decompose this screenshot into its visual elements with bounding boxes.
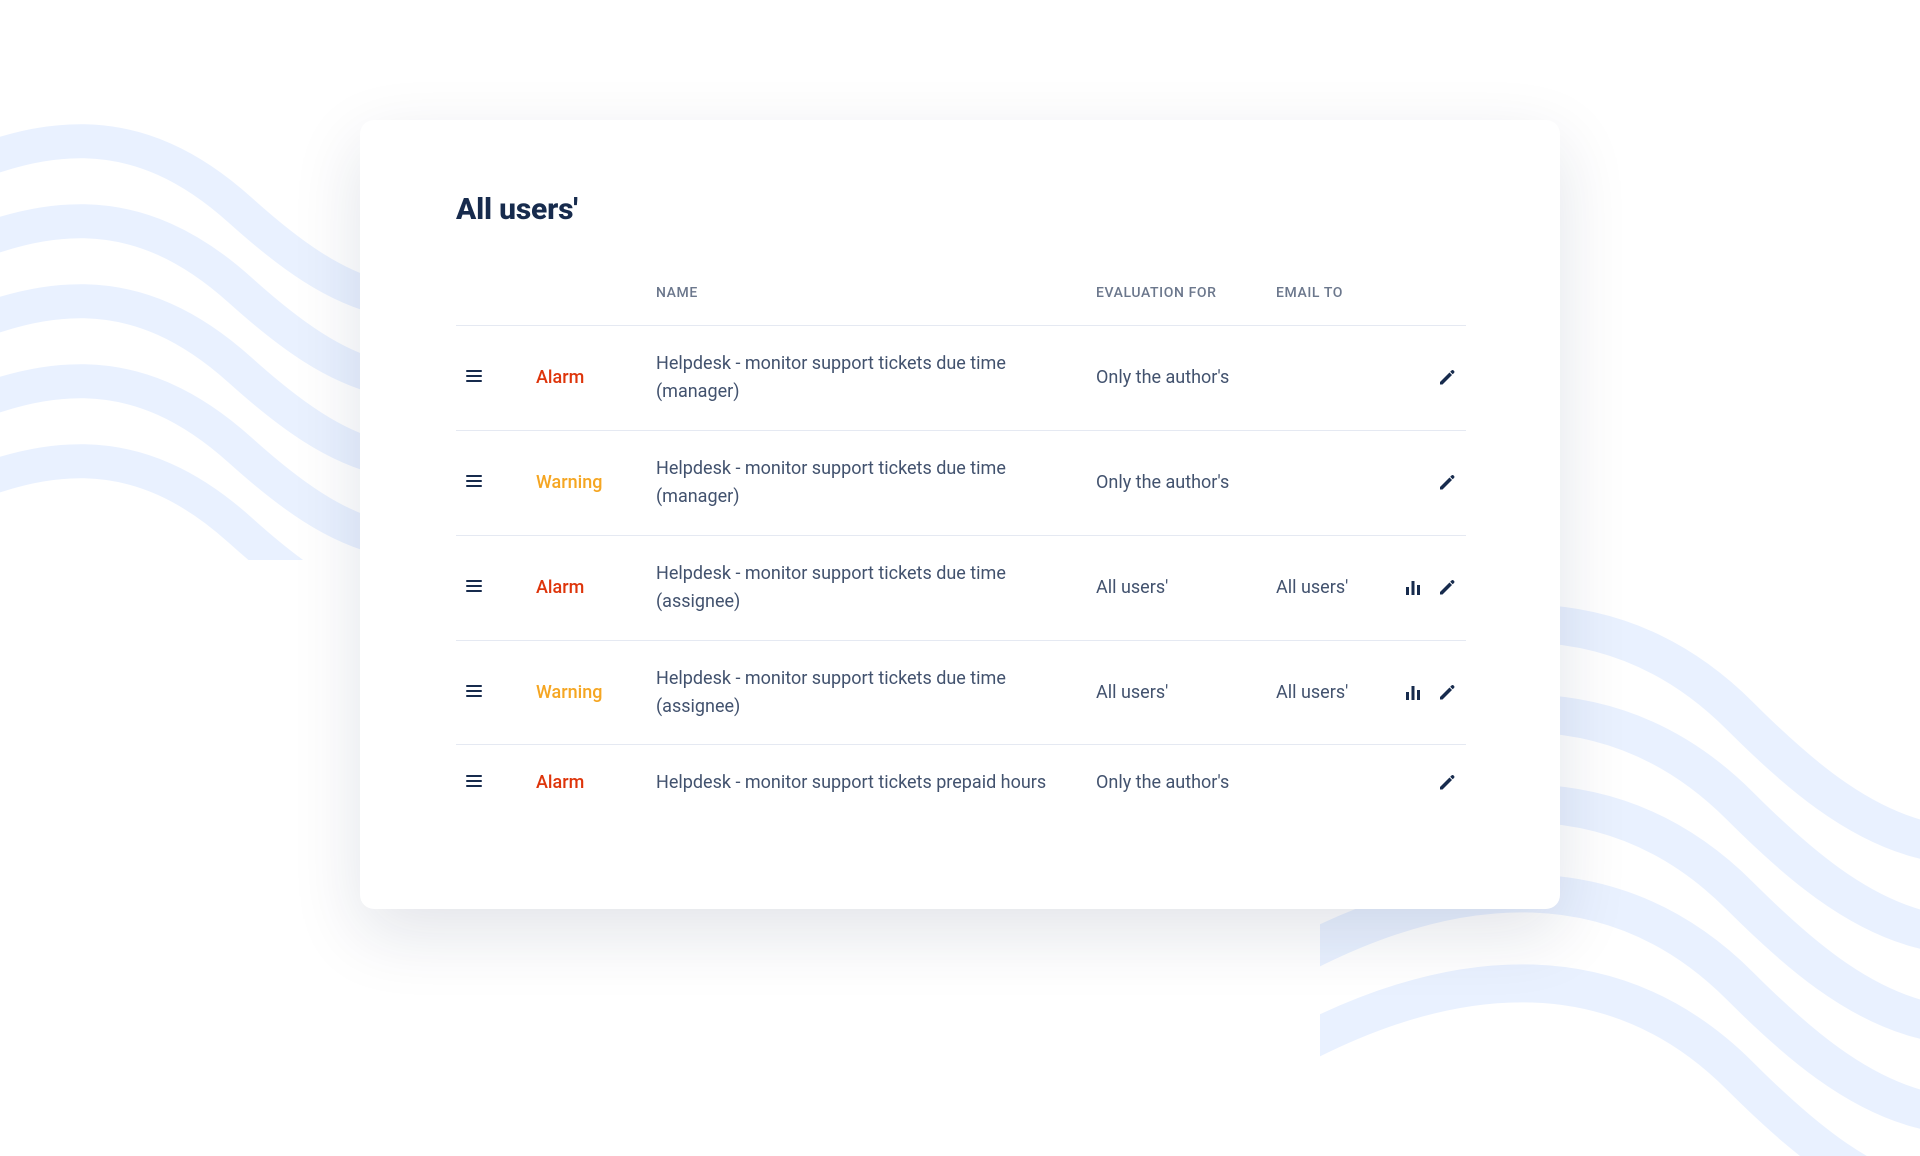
- col-header-evaluation-for: EVALUATION FOR: [1086, 283, 1266, 326]
- col-header-type: [526, 283, 646, 326]
- col-header-email-to: EMAIL TO: [1266, 283, 1386, 326]
- type-warning: Warning: [536, 682, 602, 703]
- pencil-icon[interactable]: [1438, 369, 1456, 387]
- pencil-icon[interactable]: [1438, 474, 1456, 492]
- col-header-name: NAME: [646, 283, 1086, 326]
- cell-evaluation-for: Only the author's: [1086, 431, 1266, 536]
- col-header-drag: [456, 283, 526, 326]
- drag-handle-icon[interactable]: [466, 684, 482, 698]
- rules-table: NAME EVALUATION FOR EMAIL TO Alarm Helpde…: [456, 283, 1466, 821]
- bar-chart-icon[interactable]: [1404, 579, 1422, 597]
- type-warning: Warning: [536, 472, 602, 493]
- drag-handle-icon[interactable]: [466, 474, 482, 488]
- pencil-icon[interactable]: [1438, 684, 1456, 702]
- type-alarm: Alarm: [536, 772, 584, 793]
- type-alarm: Alarm: [536, 577, 584, 598]
- rules-card: All users' NAME EVALUATION FOR EMAIL TO …: [360, 120, 1560, 909]
- pencil-icon[interactable]: [1438, 579, 1456, 597]
- page-title: All users': [456, 192, 1464, 227]
- cell-email-to: [1266, 431, 1386, 536]
- cell-evaluation-for: Only the author's: [1086, 745, 1266, 821]
- drag-handle-icon[interactable]: [466, 579, 482, 593]
- cell-evaluation-for: All users': [1086, 535, 1266, 640]
- drag-handle-icon[interactable]: [466, 369, 482, 383]
- table-row: Alarm Helpdesk - monitor support tickets …: [456, 326, 1466, 431]
- cell-email-to: All users': [1266, 640, 1386, 745]
- pencil-icon[interactable]: [1438, 774, 1456, 792]
- cell-email-to: [1266, 326, 1386, 431]
- cell-name: Helpdesk - monitor support tickets due t…: [646, 326, 1086, 431]
- cell-email-to: [1266, 745, 1386, 821]
- col-header-actions: [1386, 283, 1466, 326]
- cell-name: Helpdesk - monitor support tickets due t…: [646, 640, 1086, 745]
- cell-name: Helpdesk - monitor support tickets prepa…: [646, 745, 1086, 821]
- table-row: Alarm Helpdesk - monitor support tickets …: [456, 745, 1466, 821]
- bar-chart-icon[interactable]: [1404, 684, 1422, 702]
- cell-name: Helpdesk - monitor support tickets due t…: [646, 535, 1086, 640]
- cell-name: Helpdesk - monitor support tickets due t…: [646, 431, 1086, 536]
- table-row: Warning Helpdesk - monitor support ticket…: [456, 431, 1466, 536]
- table-row: Warning Helpdesk - monitor support ticket…: [456, 640, 1466, 745]
- table-row: Alarm Helpdesk - monitor support tickets …: [456, 535, 1466, 640]
- cell-email-to: All users': [1266, 535, 1386, 640]
- cell-evaluation-for: Only the author's: [1086, 326, 1266, 431]
- cell-evaluation-for: All users': [1086, 640, 1266, 745]
- type-alarm: Alarm: [536, 367, 584, 388]
- drag-handle-icon[interactable]: [466, 774, 482, 788]
